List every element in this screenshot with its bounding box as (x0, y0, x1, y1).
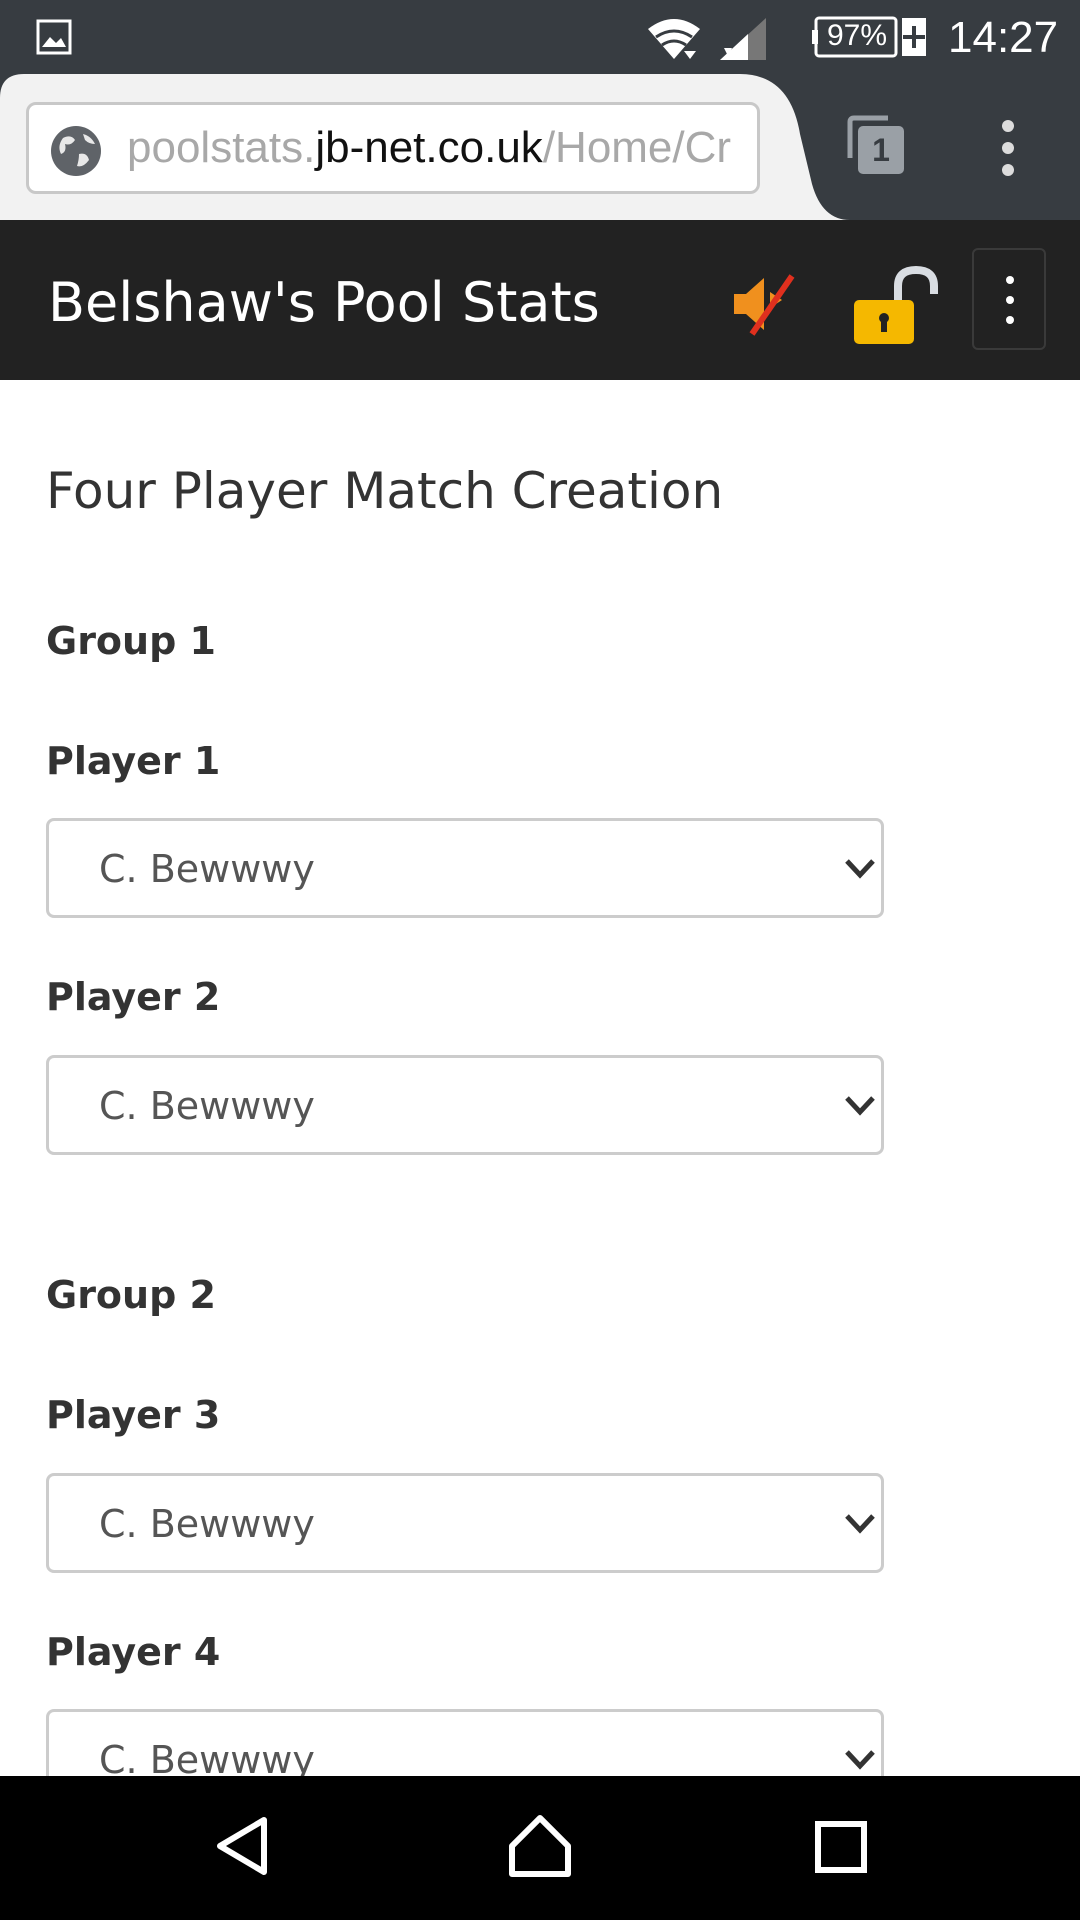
player-4-label: Player 4 (46, 1630, 221, 1674)
url-domain: jb-net.co.uk (315, 123, 543, 172)
player-3-select[interactable]: C. Bewwwy (46, 1473, 884, 1573)
navbar-toggle-button[interactable] (972, 248, 1046, 350)
url-bar[interactable]: poolstats.jb-net.co.uk/Home/Cr (26, 102, 760, 194)
battery-percentage: 97% (826, 19, 888, 52)
url-path: /Home/Cr (542, 123, 732, 172)
overflow-menu-icon[interactable] (990, 118, 1026, 178)
player-1-select[interactable]: C. Bewwwy (46, 818, 884, 918)
site-navbar: Belshaw's Pool Stats (0, 220, 1080, 380)
player-2-label: Player 2 (46, 975, 221, 1019)
player-1-label: Player 1 (46, 739, 221, 783)
toggle-dot (1006, 296, 1014, 304)
tab-count: 1 (872, 132, 890, 168)
toggle-dot (1006, 316, 1014, 324)
site-brand[interactable]: Belshaw's Pool Stats (48, 268, 600, 338)
toggle-dot (1006, 276, 1014, 284)
chevron-down-icon (845, 1514, 875, 1534)
system-navigation-bar (0, 1776, 1080, 1920)
player-2-selected-value: C. Bewwwy (99, 1084, 315, 1128)
chevron-down-icon (845, 1750, 875, 1770)
url-prefix: poolstats. (127, 123, 316, 172)
home-icon[interactable] (508, 1814, 572, 1878)
browser-toolbar: poolstats.jb-net.co.uk/Home/Cr 1 (0, 74, 1080, 220)
globe-icon (51, 126, 101, 176)
status-bar: 97% 14:27 (0, 0, 1080, 74)
url-text: poolstats.jb-net.co.uk/Home/Cr (127, 105, 731, 191)
player-2-select[interactable]: C. Bewwwy (46, 1055, 884, 1155)
player-1-selected-value: C. Bewwwy (99, 847, 315, 891)
back-icon[interactable] (212, 1814, 272, 1878)
player-3-selected-value: C. Bewwwy (99, 1502, 315, 1546)
image-notification-icon (36, 19, 72, 55)
tab-switcher-button[interactable]: 1 (844, 114, 908, 178)
clock: 14:27 (948, 13, 1059, 62)
chevron-down-icon (845, 1096, 875, 1116)
recents-icon[interactable] (814, 1820, 868, 1874)
mute-icon[interactable] (730, 270, 798, 338)
page-title: Four Player Match Creation (46, 462, 724, 520)
unlocked-padlock-icon[interactable] (850, 264, 942, 348)
group-1-heading: Group 1 (46, 619, 216, 663)
signal-icon (720, 18, 766, 60)
chevron-down-icon (845, 859, 875, 879)
group-2-heading: Group 2 (46, 1273, 216, 1317)
wifi-icon (648, 19, 700, 59)
player-3-label: Player 3 (46, 1393, 221, 1437)
